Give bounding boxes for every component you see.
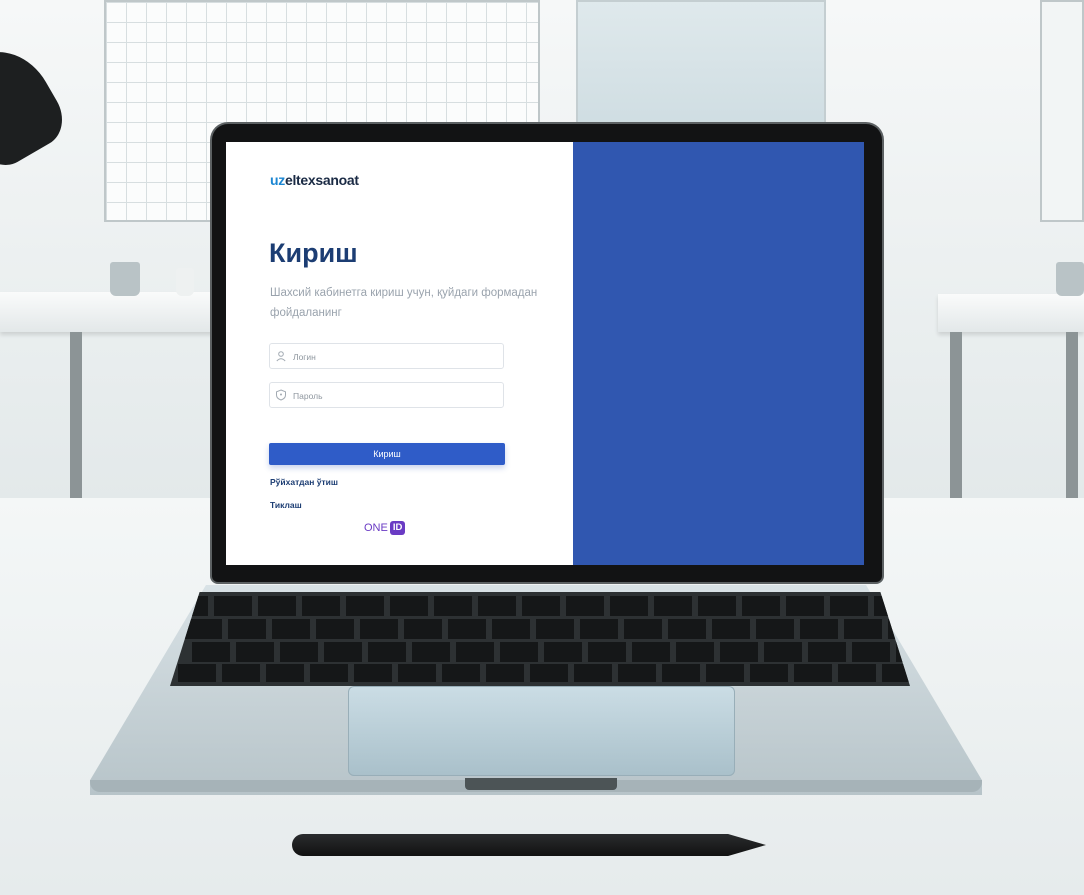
oneid-badge: ID — [389, 521, 406, 535]
oneid-button[interactable]: ONE ID — [364, 521, 406, 535]
password-input[interactable] — [291, 383, 500, 409]
logo-prefix: uz — [270, 172, 285, 188]
stylus-pen — [292, 834, 766, 856]
keyboard-row — [170, 596, 910, 616]
wall-window — [576, 0, 826, 130]
right-shelf — [938, 294, 1084, 502]
brand-logo[interactable]: uzeltexsanoat — [270, 172, 359, 188]
keyboard — [170, 592, 910, 686]
shelf-leg — [70, 332, 82, 502]
brand-color-panel — [573, 142, 864, 565]
restore-link[interactable]: Тиклаш — [270, 500, 302, 510]
shelf-leg — [950, 332, 962, 502]
plant-pot — [110, 262, 140, 296]
left-shelf — [0, 292, 218, 502]
pen-holder — [1056, 262, 1084, 296]
shelf-leg — [1066, 332, 1078, 502]
shield-icon — [275, 389, 287, 401]
keyboard-row — [184, 619, 910, 639]
laptop-screen: uzeltexsanoat Кириш Шахсий кабинетга кир… — [226, 142, 864, 565]
laptop-notch — [465, 778, 617, 790]
keyboard-row — [178, 664, 910, 682]
logo-text: eltexsanoat — [284, 172, 359, 188]
cup — [176, 268, 194, 296]
login-input[interactable] — [291, 344, 500, 370]
password-field[interactable] — [269, 382, 504, 409]
login-button[interactable]: Кириш — [269, 443, 505, 465]
keyboard-row — [192, 642, 910, 662]
oneid-text: ONE — [364, 522, 388, 534]
page-subtitle: Шахсий кабинетга кириш учун, қуйдаги фор… — [270, 287, 538, 319]
trackpad — [348, 686, 735, 776]
register-link[interactable]: Рўйхатдан ўтиш — [270, 477, 338, 487]
page-title: Кириш — [269, 238, 358, 268]
login-field[interactable] — [269, 343, 504, 370]
wall-frame — [1040, 0, 1084, 222]
user-icon — [275, 350, 287, 362]
login-panel: uzeltexsanoat Кириш Шахсий кабинетга кир… — [226, 142, 573, 565]
